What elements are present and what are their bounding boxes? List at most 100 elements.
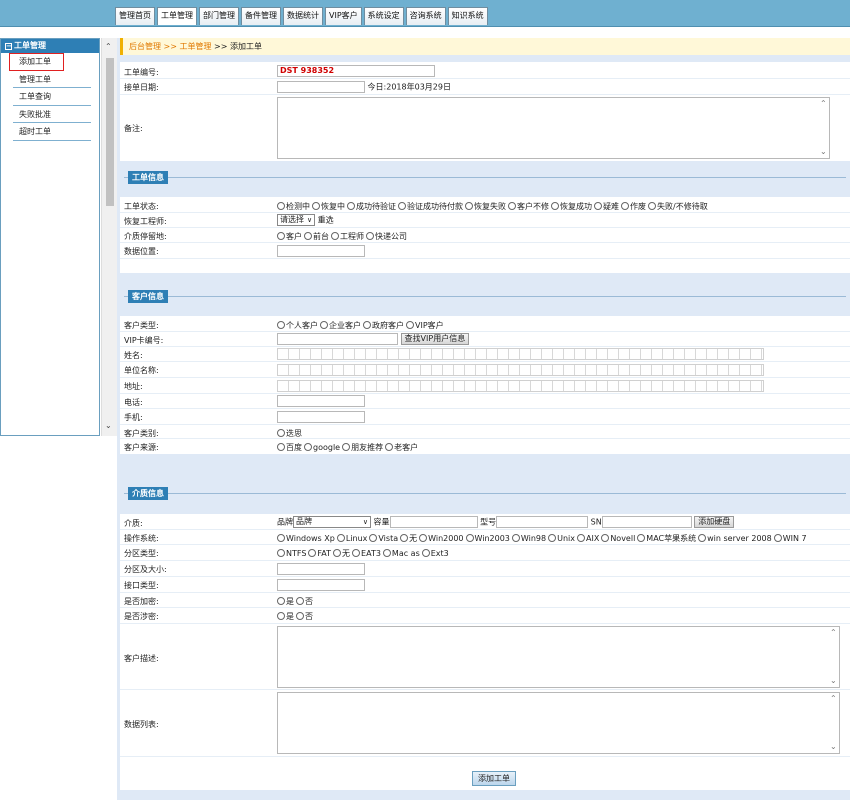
- source-radio[interactable]: [342, 443, 351, 451]
- os-radio[interactable]: [698, 534, 707, 542]
- nav-tab-settings[interactable]: 系统设定: [363, 7, 404, 25]
- os-option[interactable]: Win98: [511, 534, 546, 543]
- collapse-icon[interactable]: −: [5, 43, 12, 50]
- os-option[interactable]: WIN 7: [773, 534, 807, 543]
- status-radio[interactable]: [465, 202, 473, 210]
- company-input[interactable]: [277, 364, 764, 376]
- encrypted-yes[interactable]: 是: [277, 597, 294, 606]
- sn-input[interactable]: [601, 516, 692, 528]
- media-location-courier[interactable]: 快递公司: [366, 232, 407, 241]
- receive-date-input[interactable]: [277, 81, 365, 93]
- sidebar-item-failure-approval[interactable]: 失败批准: [13, 106, 91, 123]
- partition-size-input[interactable]: [277, 563, 365, 575]
- partition-type-option[interactable]: NTFS: [277, 549, 306, 558]
- partition-radio[interactable]: [382, 549, 391, 557]
- status-option-failed[interactable]: 恢复失败: [465, 202, 506, 211]
- partition-type-option[interactable]: FAT: [308, 549, 331, 558]
- os-radio[interactable]: [637, 534, 646, 542]
- os-radio[interactable]: [336, 534, 345, 542]
- media-location-radio[interactable]: [331, 232, 339, 240]
- find-vip-button[interactable]: 查找VIP用户信息: [400, 333, 470, 345]
- customer-type-individual[interactable]: 个人客户: [277, 321, 318, 330]
- customer-type-radio[interactable]: [320, 321, 328, 329]
- engineer-select[interactable]: 请选择 ∨: [277, 214, 316, 226]
- secret-yes[interactable]: 是: [277, 612, 294, 621]
- customer-type-radio[interactable]: [406, 321, 414, 329]
- source-radio[interactable]: [304, 443, 312, 451]
- secret-radio[interactable]: [277, 612, 285, 620]
- status-option-awaiting-pickup[interactable]: 失败/不修待取: [648, 202, 708, 211]
- scroll-up-icon[interactable]: ⌃: [830, 694, 848, 703]
- status-radio[interactable]: [594, 202, 602, 210]
- status-option-detecting[interactable]: 检测中: [277, 202, 310, 211]
- address-input[interactable]: [277, 380, 764, 392]
- nav-tab-statistics[interactable]: 数据统计: [283, 7, 323, 25]
- status-option-no-repair[interactable]: 客户不修: [508, 202, 549, 211]
- scroll-down-icon[interactable]: ⌄: [105, 421, 112, 430]
- source-radio[interactable]: [385, 443, 394, 451]
- os-option[interactable]: win server 2008: [698, 534, 772, 543]
- breadcrumb-home-link[interactable]: 后台管理: [129, 42, 161, 51]
- status-option-void[interactable]: 作废: [621, 202, 646, 211]
- os-option[interactable]: Linux: [336, 534, 367, 543]
- scroll-down-icon[interactable]: ⌄: [830, 676, 848, 685]
- customer-type-government[interactable]: 政府客户: [363, 321, 404, 330]
- nav-tab-departments[interactable]: 部门管理: [199, 7, 239, 25]
- nav-tab-vip[interactable]: VIP客户: [325, 7, 362, 25]
- partition-type-option[interactable]: EAT3: [352, 549, 381, 558]
- secret-radio[interactable]: [296, 612, 304, 620]
- customer-description-textarea[interactable]: [277, 626, 840, 688]
- os-option[interactable]: Windows Xp: [277, 534, 335, 543]
- customer-type-radio[interactable]: [363, 321, 371, 329]
- scroll-down-icon[interactable]: ⌄: [820, 147, 848, 156]
- status-radio[interactable]: [347, 202, 355, 210]
- sidebar-scrollbar[interactable]: ⌃ ⌄: [101, 38, 117, 436]
- os-radio[interactable]: [419, 534, 428, 542]
- nav-tab-consulting[interactable]: 咨询系统: [405, 7, 446, 25]
- partition-radio[interactable]: [277, 549, 285, 557]
- media-location-customer[interactable]: 客户: [277, 232, 302, 241]
- os-radio[interactable]: [601, 534, 610, 542]
- partition-type-option[interactable]: Ext3: [421, 549, 449, 558]
- name-input[interactable]: [277, 348, 764, 360]
- status-option-recovering[interactable]: 恢复中: [312, 202, 345, 211]
- mobile-input[interactable]: [277, 411, 365, 423]
- data-position-input[interactable]: [277, 245, 365, 257]
- partition-radio[interactable]: [333, 549, 342, 557]
- scroll-up-icon[interactable]: ⌃: [830, 628, 848, 637]
- status-radio[interactable]: [551, 202, 559, 210]
- os-radio[interactable]: [369, 534, 378, 542]
- model-input[interactable]: [496, 516, 589, 528]
- media-location-radio[interactable]: [277, 232, 285, 240]
- source-google[interactable]: google: [304, 443, 340, 452]
- add-disk-button[interactable]: 添加硬盘: [694, 516, 735, 528]
- capacity-input[interactable]: [389, 516, 478, 528]
- customer-type-vip[interactable]: VIP客户: [406, 321, 444, 330]
- source-returning-customer[interactable]: 老客户: [385, 443, 418, 452]
- nav-tab-home[interactable]: 管理首页: [115, 7, 155, 25]
- secret-no[interactable]: 否: [296, 612, 313, 621]
- data-list-textarea[interactable]: [277, 692, 840, 754]
- status-radio[interactable]: [277, 202, 285, 210]
- media-location-radio[interactable]: [366, 232, 374, 240]
- scroll-down-icon[interactable]: ⌄: [830, 742, 848, 751]
- partition-radio[interactable]: [308, 549, 317, 557]
- encrypted-radio[interactable]: [296, 597, 304, 605]
- os-option[interactable]: AIX: [577, 534, 599, 543]
- status-option-success[interactable]: 恢复成功: [551, 202, 592, 211]
- scroll-up-icon[interactable]: ⌃: [105, 42, 112, 51]
- sidebar-item-add-order[interactable]: 添加工单: [9, 53, 64, 71]
- os-option[interactable]: Win2003: [465, 534, 510, 543]
- sidebar-item-overdue-orders[interactable]: 超时工单: [13, 123, 91, 141]
- os-option[interactable]: Win2000: [419, 534, 464, 543]
- os-radio[interactable]: [277, 534, 285, 542]
- vip-card-input[interactable]: [277, 333, 398, 345]
- source-friend-referral[interactable]: 朋友推荐: [342, 443, 383, 452]
- source-radio[interactable]: [277, 443, 285, 451]
- encrypted-no[interactable]: 否: [296, 597, 313, 606]
- status-option-difficult[interactable]: 疑难: [594, 202, 619, 211]
- status-radio[interactable]: [312, 202, 320, 210]
- os-radio[interactable]: [548, 534, 557, 542]
- sidebar-header[interactable]: − 工单管理: [1, 39, 99, 53]
- nav-tab-spare-parts[interactable]: 备件管理: [241, 7, 281, 25]
